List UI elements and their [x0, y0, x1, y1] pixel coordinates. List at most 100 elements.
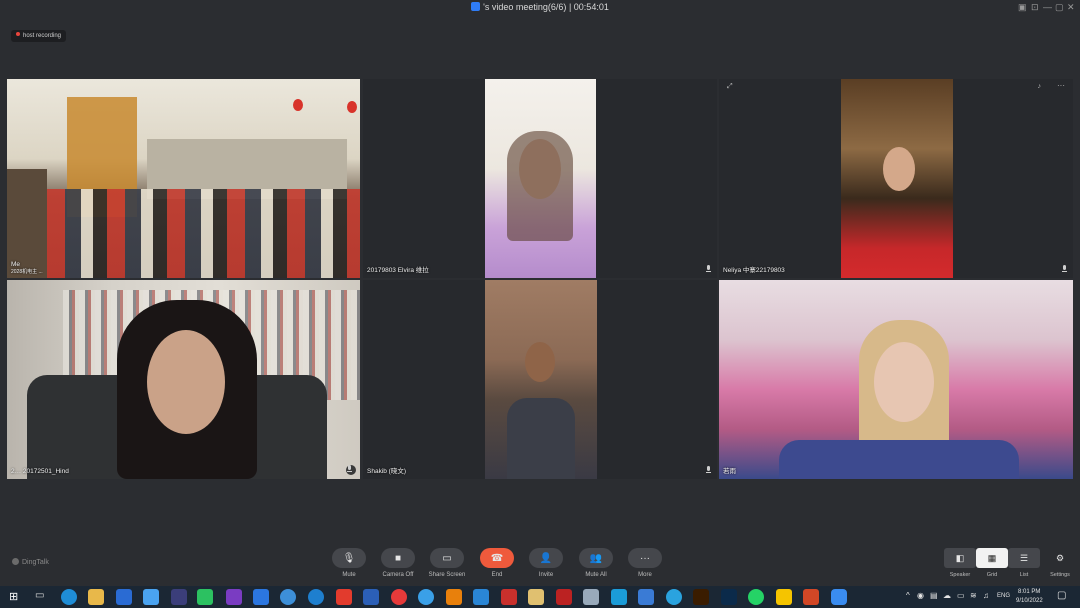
acrobat-icon[interactable] [501, 589, 517, 605]
file-explorer-icon[interactable] [88, 589, 104, 605]
dingtalk-logo-icon [12, 558, 19, 565]
video-feed [841, 79, 953, 278]
meeting-timer: 00:54:01 [573, 2, 609, 12]
clock-time[interactable]: 8:01 PM [1018, 589, 1040, 595]
recording-label: host recording [23, 33, 62, 39]
speaker-view-button[interactable]: ◧ Speaker [943, 548, 977, 578]
lantern [347, 101, 357, 113]
video-tile-ruoyu[interactable]: 若雨 [719, 280, 1073, 479]
app-icon[interactable] [143, 589, 159, 605]
participant-subtitle: 2028机电主 ... [11, 269, 43, 275]
mute-all-button[interactable]: 👥 Mute All [576, 548, 616, 578]
lantern [293, 99, 303, 111]
tray-app-icon[interactable]: ◉ [917, 591, 924, 600]
shield-icon [471, 2, 481, 11]
app-icon[interactable] [583, 589, 599, 605]
app-icon[interactable] [611, 589, 627, 605]
list-label: List [1019, 572, 1029, 578]
tray-app-icon[interactable]: ▤ [930, 591, 938, 600]
pin-icon[interactable]: ⊡ [1031, 2, 1039, 13]
app-icon[interactable] [556, 589, 572, 605]
microphone-icon [705, 265, 713, 274]
telegram-icon[interactable] [666, 589, 682, 605]
os-taskbar: ⊞ ▭ ^ ◉ ▤ ☁ ▭ ≋ ♫ ENG 8:01 PM 9/10/2022 … [0, 586, 1080, 608]
wifi-icon[interactable]: ≋ [970, 591, 977, 600]
expand-icon[interactable]: ⤢ [727, 83, 733, 91]
mute-button[interactable]: 🎙 Mute [329, 548, 369, 578]
video-feed [485, 280, 597, 479]
dingtalk-taskbar-icon[interactable] [831, 589, 847, 605]
minimize-icon[interactable]: — [1043, 2, 1052, 12]
wechat-icon[interactable] [197, 589, 213, 605]
app-icon[interactable] [638, 589, 654, 605]
camera-off-label: Camera Off [382, 572, 414, 578]
vlc-icon[interactable] [446, 589, 462, 605]
title-bar: 's video meeting(6/6) | 00:54:01 ▣ ⊡ — ▢… [0, 0, 1080, 16]
title-separator: | [568, 2, 572, 12]
video-tile-shakib[interactable]: Shakib (晓文) [363, 280, 717, 479]
brand-name: DingTalk [22, 559, 49, 566]
app-icon[interactable] [776, 589, 792, 605]
face [525, 342, 555, 382]
share-screen-button[interactable]: ▭ Share Screen [427, 548, 467, 578]
store-icon[interactable] [116, 589, 132, 605]
meeting-title: 's video meeting(6/6) [483, 2, 567, 12]
end-button[interactable]: ☎ End [477, 548, 517, 578]
video-tile-neliya[interactable]: ⤢ ♪ ··· Neliya 中寨22179803 [719, 79, 1073, 278]
settings-label: Settings [1050, 572, 1070, 578]
tray-overflow-icon[interactable]: ^ [906, 591, 910, 600]
video-tile-hind[interactable]: 2… 20172501_Hind [7, 280, 360, 479]
phone-end-icon: ☎ [480, 548, 514, 568]
app-icon[interactable] [308, 589, 324, 605]
mute-all-icon: 👥 [579, 548, 613, 568]
video-tile-elvira[interactable]: 20179803 Elvira 维拉 [363, 79, 717, 278]
notification-icon[interactable]: ▢ [1057, 590, 1066, 601]
speaker-label: Speaker [949, 572, 971, 578]
windows-start-icon[interactable]: ⊞ [9, 590, 18, 603]
grid-layout-icon: ▦ [976, 548, 1008, 568]
powerpoint-icon[interactable] [803, 589, 819, 605]
microphone-icon[interactable]: ♪ [1038, 83, 1042, 90]
speaker-layout-icon: ◧ [944, 548, 976, 568]
more-button[interactable]: ··· More [625, 548, 665, 578]
layout-icon[interactable]: ▣ [1018, 2, 1027, 13]
browser-icon[interactable] [280, 589, 296, 605]
gear-icon: ⚙ [1055, 552, 1065, 563]
app-icon[interactable] [391, 589, 407, 605]
more-icon[interactable]: ··· [1057, 81, 1065, 90]
photoshop-icon[interactable] [721, 589, 737, 605]
grid-view-button[interactable]: ▦ Grid [975, 548, 1009, 578]
participant-name: Me [11, 261, 21, 268]
add-user-icon: 👤 [529, 548, 563, 568]
camera-off-button[interactable]: ■ Camera Off [378, 548, 418, 578]
whatsapp-icon[interactable] [748, 589, 764, 605]
app-icon[interactable] [171, 589, 187, 605]
battery-icon[interactable]: ▭ [957, 591, 965, 600]
invite-button[interactable]: 👤 Invite [526, 548, 566, 578]
word-icon[interactable] [363, 589, 379, 605]
mute-label: Mute [342, 572, 356, 578]
cloud-icon[interactable]: ☁ [943, 591, 951, 600]
app-icon[interactable] [528, 589, 544, 605]
settings-button[interactable]: ⚙ Settings [1043, 548, 1077, 579]
todo-icon[interactable] [253, 589, 269, 605]
maximize-icon[interactable]: ▢ [1055, 2, 1064, 13]
app-icon[interactable] [418, 589, 434, 605]
onenote-icon[interactable] [226, 589, 242, 605]
video-feed [7, 79, 360, 278]
volume-icon[interactable]: ♫ [983, 591, 989, 600]
edge-icon[interactable] [61, 589, 77, 605]
clock-date[interactable]: 9/10/2022 [1016, 598, 1043, 604]
video-feed [485, 79, 596, 278]
video-tile-me[interactable]: Me 2028机电主 ... [7, 79, 360, 278]
illustrator-icon[interactable] [693, 589, 709, 605]
language-indicator[interactable]: ENG [997, 593, 1010, 599]
list-view-button[interactable]: ☰ List [1007, 548, 1041, 578]
task-view-icon[interactable]: ▭ [35, 590, 44, 601]
list-layout-icon: ☰ [1008, 548, 1040, 568]
close-icon[interactable]: ✕ [1067, 2, 1075, 13]
vscode-icon[interactable] [473, 589, 489, 605]
microphone-icon [346, 465, 356, 475]
meeting-toolbar: DingTalk 🎙 Mute ■ Camera Off ▭ Share Scr… [0, 542, 1080, 586]
youtube-icon[interactable] [336, 589, 352, 605]
